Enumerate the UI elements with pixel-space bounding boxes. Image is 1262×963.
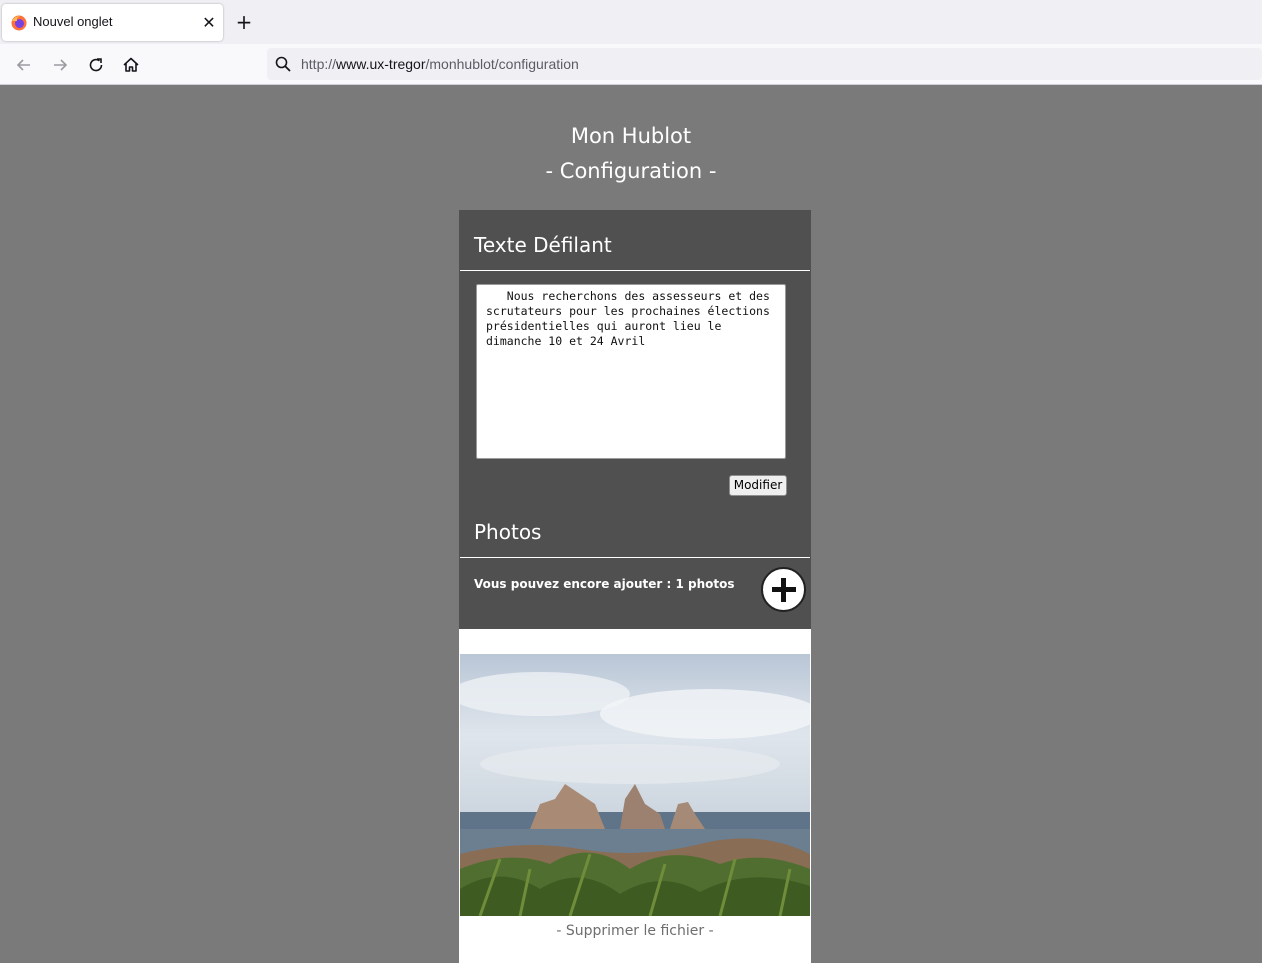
url-host: www.ux-tregor	[336, 56, 426, 72]
photo-card: - Supprimer le fichier -	[459, 629, 811, 963]
modify-button[interactable]: Modifier	[729, 475, 787, 496]
forward-arrow-icon[interactable]	[49, 54, 71, 76]
config-panel: Texte Défilant Nous recherchons des asse…	[459, 210, 811, 629]
url-scheme: http://	[301, 56, 337, 72]
divider	[460, 557, 810, 558]
tab-title: Nouvel onglet	[33, 14, 113, 29]
url-text[interactable]: http://www.ux-tregor/monhublot/configura…	[301, 56, 579, 72]
reload-icon[interactable]	[85, 54, 107, 76]
browser-tab-bar: Nouvel onglet ✕ +	[0, 0, 1262, 44]
home-icon[interactable]	[120, 54, 142, 76]
scrolling-text-input[interactable]: Nous recherchons des assesseurs et des s…	[476, 284, 786, 459]
firefox-icon	[11, 15, 27, 31]
photos-remaining-text: Vous pouvez encore ajouter : 1 photos	[474, 577, 735, 591]
add-photo-button[interactable]	[761, 567, 806, 612]
url-path: /monhublot/configuration	[425, 56, 579, 72]
scrolling-text-heading: Texte Défilant	[474, 233, 612, 257]
page-subtitle: - Configuration -	[545, 159, 717, 183]
new-tab-button[interactable]: +	[233, 11, 255, 33]
delete-file-link[interactable]: - Supprimer le fichier -	[459, 923, 811, 939]
search-icon	[275, 56, 291, 72]
divider	[460, 270, 810, 271]
browser-tab[interactable]: Nouvel onglet ✕	[2, 4, 223, 41]
close-tab-icon[interactable]: ✕	[200, 14, 218, 32]
back-arrow-icon[interactable]	[13, 54, 35, 76]
browser-nav-bar: http://www.ux-tregor/monhublot/configura…	[0, 44, 1262, 85]
photo-thumbnail	[460, 654, 810, 916]
address-bar[interactable]: http://www.ux-tregor/monhublot/configura…	[267, 48, 1262, 80]
photos-heading: Photos	[474, 520, 542, 544]
page-title: Mon Hublot	[570, 124, 692, 148]
